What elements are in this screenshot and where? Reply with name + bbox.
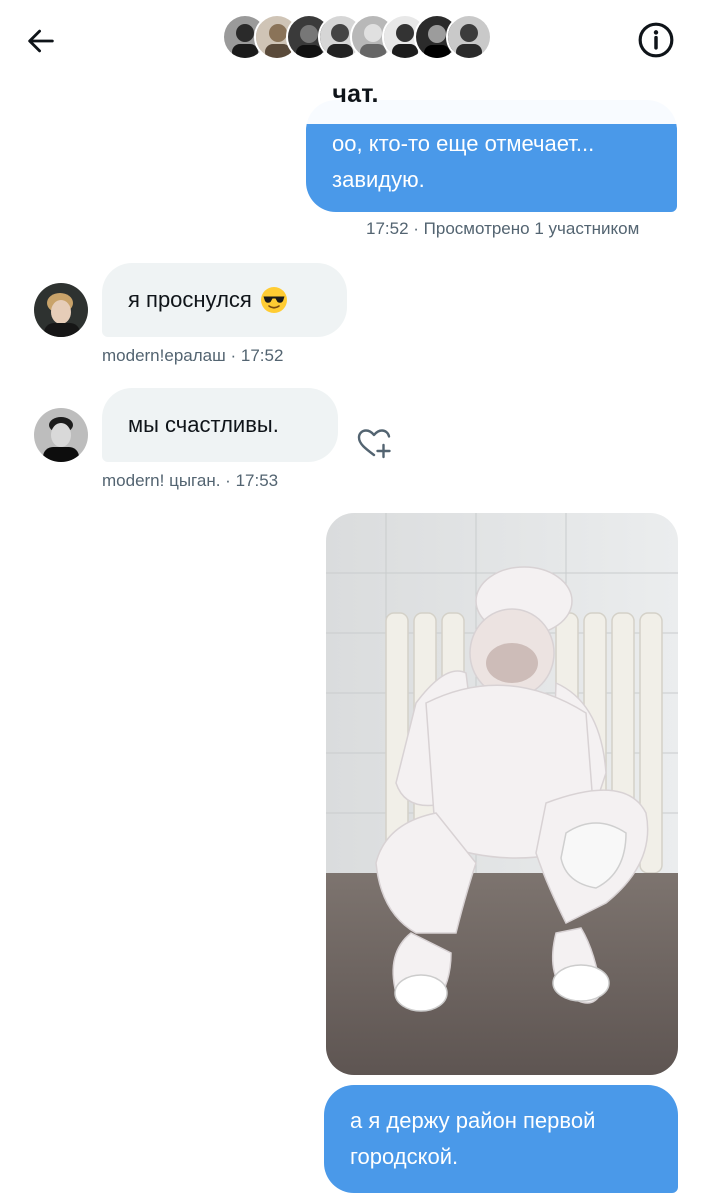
sender-name[interactable]: modern! цыган. [102, 471, 220, 490]
sender-avatar[interactable] [34, 408, 88, 462]
incoming-message-bubble[interactable]: мы счастливы. [102, 388, 338, 462]
shared-photo[interactable] [326, 513, 678, 1075]
sender-name[interactable]: modern!ералаш [102, 346, 226, 365]
arrow-left-icon [28, 29, 54, 53]
chat-header: чат. [0, 0, 711, 124]
message-text-line: завидую. [332, 167, 425, 192]
outgoing-message-bubble[interactable]: а я держу район первой городской. [324, 1085, 678, 1193]
message-meta: 17:52 · Просмотрено 1 участником [366, 219, 639, 239]
message-meta: modern! цыган. · 17:53 [102, 471, 278, 491]
message-text: мы счастливы. [128, 412, 279, 437]
message-time: 17:52 [240, 346, 284, 365]
meta-separator: · [413, 219, 424, 238]
meta-separator: · [225, 471, 236, 490]
back-button[interactable] [18, 18, 64, 64]
message-text-line: городской. [350, 1144, 459, 1169]
seen-status: Просмотрено 1 участником [423, 219, 640, 238]
sender-avatar[interactable] [34, 283, 88, 337]
heart-plus-icon [357, 429, 391, 459]
incoming-message-bubble[interactable]: я проснулся [102, 263, 347, 337]
add-reaction-button[interactable] [354, 424, 394, 464]
message-text-line: оо, кто-то еще отмечает... [332, 131, 595, 156]
participant-avatar [446, 14, 492, 60]
sunglasses-emoji-icon [260, 287, 287, 313]
message-time: 17:52 [366, 219, 409, 238]
message-text-line: а я держу район первой [350, 1108, 596, 1133]
message-text: я проснулся [128, 287, 252, 312]
message-meta: modern!ералаш · 17:52 [102, 346, 283, 366]
chat-title: чат. [332, 80, 379, 108]
info-circle-icon [638, 22, 674, 58]
participant-avatars[interactable] [222, 14, 492, 62]
conversation-info-button[interactable] [632, 16, 680, 64]
meta-separator: · [230, 346, 241, 365]
message-time: 17:53 [235, 471, 279, 490]
